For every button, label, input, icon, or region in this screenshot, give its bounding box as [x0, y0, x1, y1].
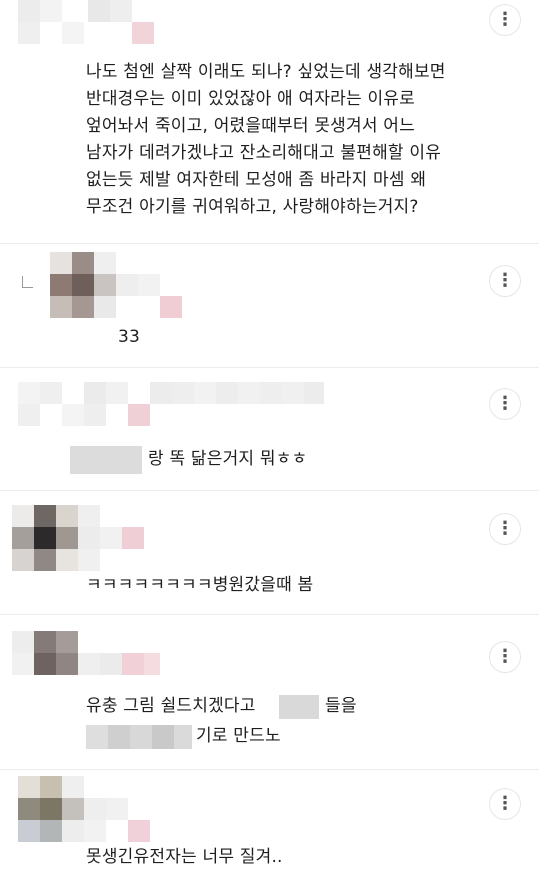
- comment-item: ⋮ ㅋㅋㅋㅋㅋㅋㅋㅋ병원갔을때 봄: [0, 491, 539, 615]
- comment-item: ⋮ 못생긴유전자는 너무 질겨..: [0, 770, 539, 894]
- comment-item: ⋮ 33: [0, 244, 539, 368]
- comment-text: 33: [118, 327, 141, 347]
- more-options-button[interactable]: ⋮: [489, 388, 521, 420]
- comment-text-part-3: 기로 만드노: [196, 726, 281, 746]
- more-vertical-icon: ⋮: [496, 9, 514, 30]
- comment-text: 못생긴유전자는 너무 질겨..: [86, 847, 283, 867]
- more-options-button[interactable]: ⋮: [489, 788, 521, 820]
- comment-item: ⋮ 랑 똑 닮은거지 뭐ㅎㅎ: [0, 368, 539, 491]
- reply-arrow-icon: [22, 276, 33, 288]
- more-options-button[interactable]: ⋮: [489, 513, 521, 545]
- more-vertical-icon: ⋮: [496, 793, 514, 814]
- comment-text: 나도 첨엔 살짝 이래도 되나? 싶었는데 생각해보면 반대경우는 이미 있었잖…: [86, 62, 446, 217]
- comment-item: ⋮ 유충 그림 쉴드치겠다고 들을 기로 만드노: [0, 615, 539, 770]
- more-options-button[interactable]: ⋮: [489, 641, 521, 673]
- more-vertical-icon: ⋮: [496, 518, 514, 539]
- blurred-text: [279, 695, 319, 719]
- more-vertical-icon: ⋮: [496, 393, 514, 414]
- comment-text-part-1: 유충 그림 쉴드치겠다고: [86, 696, 256, 716]
- more-options-button[interactable]: ⋮: [489, 265, 521, 297]
- comment-item: ⋮ 나도 첨엔 살짝 이래도 되나? 싶었는데 생각해보면 반대경우는 이미 있…: [0, 0, 539, 244]
- more-options-button[interactable]: ⋮: [489, 4, 521, 36]
- more-vertical-icon: ⋮: [496, 646, 514, 667]
- blurred-text: [70, 446, 142, 474]
- comment-text: 랑 똑 닮은거지 뭐ㅎㅎ: [148, 449, 308, 469]
- more-vertical-icon: ⋮: [496, 270, 514, 291]
- comment-text: ㅋㅋㅋㅋㅋㅋㅋㅋ병원갔을때 봄: [86, 575, 314, 595]
- comment-text-part-2: 들을: [325, 696, 357, 716]
